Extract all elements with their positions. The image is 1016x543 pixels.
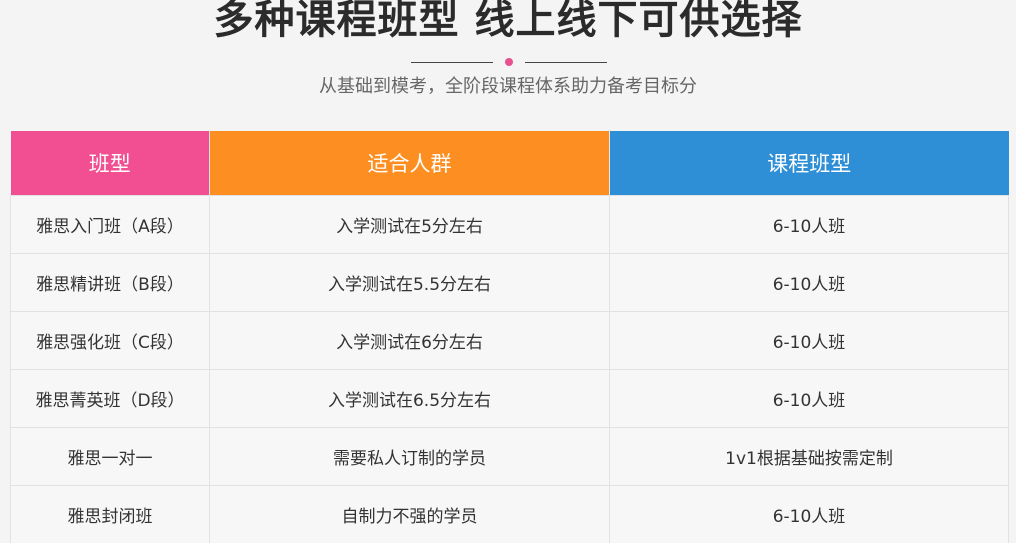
cell-audience: 入学测试在6分左右 [209, 311, 610, 370]
page-title: 多种课程班型 线上线下可供选择 [213, 0, 803, 43]
table-row: 雅思菁英班（D段） 入学测试在6.5分左右 6-10人班 [10, 369, 1009, 428]
cell-class-type: 雅思菁英班（D段） [10, 369, 210, 428]
cell-class-size: 6-10人班 [609, 311, 1009, 370]
cell-class-size: 1v1根据基础按需定制 [609, 427, 1009, 486]
cell-audience: 入学测试在5分左右 [209, 195, 610, 254]
divider-dot-icon [505, 58, 513, 66]
cell-class-type: 雅思强化班（C段） [10, 311, 210, 370]
column-header-audience: 适合人群 [209, 131, 610, 196]
divider-line-right [525, 62, 607, 63]
cell-audience: 需要私人订制的学员 [209, 427, 610, 486]
cell-class-type: 雅思精讲班（B段） [10, 253, 210, 312]
table-row: 雅思强化班（C段） 入学测试在6分左右 6-10人班 [10, 311, 1009, 370]
cell-audience: 入学测试在6.5分左右 [209, 369, 610, 428]
table-row: 雅思精讲班（B段） 入学测试在5.5分左右 6-10人班 [10, 253, 1009, 312]
cell-class-type: 雅思入门班（A段） [10, 195, 210, 254]
table-row: 雅思入门班（A段） 入学测试在5分左右 6-10人班 [10, 195, 1009, 254]
cell-class-size: 6-10人班 [609, 253, 1009, 312]
cell-class-type: 雅思封闭班 [10, 485, 210, 543]
divider-line-left [411, 62, 493, 63]
title-divider [411, 58, 607, 66]
table-row: 雅思一对一 需要私人订制的学员 1v1根据基础按需定制 [10, 427, 1009, 486]
table-header-row: 班型 适合人群 课程班型 [10, 131, 1009, 196]
column-header-class-type: 班型 [10, 131, 210, 196]
cell-audience: 入学测试在5.5分左右 [209, 253, 610, 312]
cell-audience: 自制力不强的学员 [209, 485, 610, 543]
column-header-class-size: 课程班型 [609, 131, 1009, 196]
cell-class-size: 6-10人班 [609, 485, 1009, 543]
page: 多种课程班型 线上线下可供选择 从基础到模考，全阶段课程体系助力备考目标分 班型… [0, 0, 1016, 543]
cell-class-type: 雅思一对一 [10, 427, 210, 486]
page-subtitle: 从基础到模考，全阶段课程体系助力备考目标分 [319, 76, 697, 97]
cell-class-size: 6-10人班 [609, 369, 1009, 428]
cell-class-size: 6-10人班 [609, 195, 1009, 254]
course-table: 班型 适合人群 课程班型 雅思入门班（A段） 入学测试在5分左右 6-10人班 … [10, 131, 1009, 543]
table-row: 雅思封闭班 自制力不强的学员 6-10人班 [10, 485, 1009, 543]
